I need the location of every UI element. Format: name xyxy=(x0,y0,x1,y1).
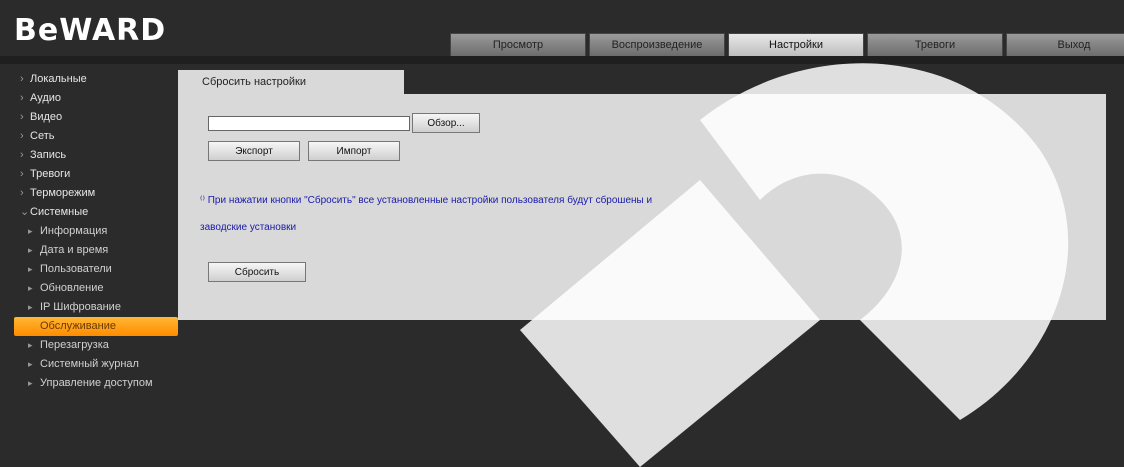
sidebar-item-thermal[interactable]: Терморежим xyxy=(18,184,178,203)
sidebar-subitem-access-control[interactable]: Управление доступом xyxy=(18,374,178,393)
sidebar-subitem-info[interactable]: Информация xyxy=(18,222,178,241)
reset-note-text-2: заводские установки xyxy=(200,222,297,233)
tab-settings[interactable]: Настройки xyxy=(728,33,864,57)
sidebar-subitem-maintenance[interactable]: Обслуживание xyxy=(14,317,178,336)
tab-logout[interactable]: Выход xyxy=(1006,33,1124,57)
tab-playback[interactable]: Воспроизведение xyxy=(589,33,725,57)
sidebar-item-record[interactable]: Запись xyxy=(18,146,178,165)
sidebar-item-alarms[interactable]: Тревоги xyxy=(18,165,178,184)
settings-panel: Обзор... Экспорт Импорт При нажатии кноп… xyxy=(178,94,1106,320)
tab-alarms[interactable]: Тревоги xyxy=(867,33,1003,57)
sidebar-subitem-ip-encryption[interactable]: IP Шифрование xyxy=(18,298,178,317)
sidebar-subitem-reboot[interactable]: Перезагрузка xyxy=(18,336,178,355)
browse-button[interactable]: Обзор... xyxy=(412,113,480,133)
top-navigation: Просмотр Воспроизведение Настройки Трево… xyxy=(450,33,1124,57)
sidebar-item-audio[interactable]: Аудио xyxy=(18,89,178,108)
reset-button[interactable]: Сбросить xyxy=(208,262,306,282)
sidebar-item-video[interactable]: Видео xyxy=(18,108,178,127)
sidebar-subitem-update[interactable]: Обновление xyxy=(18,279,178,298)
beward-logo: BeWARD xyxy=(14,13,167,48)
sidebar-subitem-syslog[interactable]: Системный журнал xyxy=(18,355,178,374)
sidebar-item-local[interactable]: Локальные xyxy=(18,70,178,89)
sidebar: Локальные Аудио Видео Сеть Запись Тревог… xyxy=(14,70,178,393)
sidebar-subitem-datetime[interactable]: Дата и время xyxy=(18,241,178,260)
sidebar-item-network[interactable]: Сеть xyxy=(18,127,178,146)
export-button[interactable]: Экспорт xyxy=(208,141,300,161)
reset-note-text: При нажатии кнопки "Сбросить" все устано… xyxy=(200,195,652,206)
import-button[interactable]: Импорт xyxy=(308,141,400,161)
config-file-input[interactable] xyxy=(208,116,410,131)
sidebar-item-system[interactable]: Системные xyxy=(18,203,178,222)
header-divider xyxy=(0,56,1124,64)
tab-reset-settings[interactable]: Сбросить настройки xyxy=(178,70,404,94)
tab-preview[interactable]: Просмотр xyxy=(450,33,586,57)
sidebar-subitem-users[interactable]: Пользователи xyxy=(18,260,178,279)
